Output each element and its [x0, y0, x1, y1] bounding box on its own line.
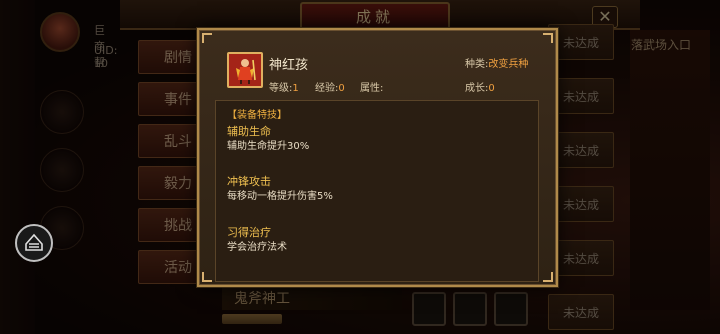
- stat-level-value: 1: [292, 83, 299, 94]
- skill-description: 辅助生命提升30%: [227, 141, 310, 152]
- stat-growth: 成长:0: [465, 79, 495, 94]
- stat-growth-label: 成长:: [465, 83, 489, 94]
- frame-corner: [543, 272, 553, 282]
- stat-exp-label: 经验:: [315, 83, 339, 94]
- frame-corner: [543, 33, 553, 43]
- skill-description: 学会治疗法术: [227, 242, 287, 253]
- stat-exp: 经验:0: [315, 79, 345, 94]
- helmet-icon[interactable]: [15, 224, 53, 262]
- frame-corner: [202, 272, 212, 282]
- stat-growth-value: 0: [488, 83, 495, 94]
- stat-attribute: 属性:: [360, 79, 383, 94]
- unit-portrait: [227, 52, 263, 88]
- unit-type-label: 种类:: [465, 59, 489, 70]
- stat-attribute-label: 属性:: [360, 83, 384, 94]
- skills-header: 【装备特技】: [227, 110, 287, 121]
- unit-type: 种类:改变兵种: [465, 55, 528, 70]
- stat-level-label: 等级:: [269, 83, 293, 94]
- stat-level: 等级:1: [269, 79, 299, 94]
- unit-name: 神红孩: [269, 58, 309, 73]
- equipment-skills-panel: 【装备特技】 辅助生命 辅助生命提升30% 冲锋攻击 每移动一格提升伤害5% 习…: [215, 100, 539, 282]
- frame-corner: [202, 33, 212, 43]
- unit-info-popup: 神红孩 种类:改变兵种 等级:1 经验:0 属性: 成长:0 【装备特技】 辅助…: [197, 28, 558, 287]
- skill-description: 每移动一格提升伤害5%: [227, 191, 333, 202]
- unit-type-value: 改变兵种: [488, 59, 529, 70]
- stat-exp-value: 0: [338, 83, 345, 94]
